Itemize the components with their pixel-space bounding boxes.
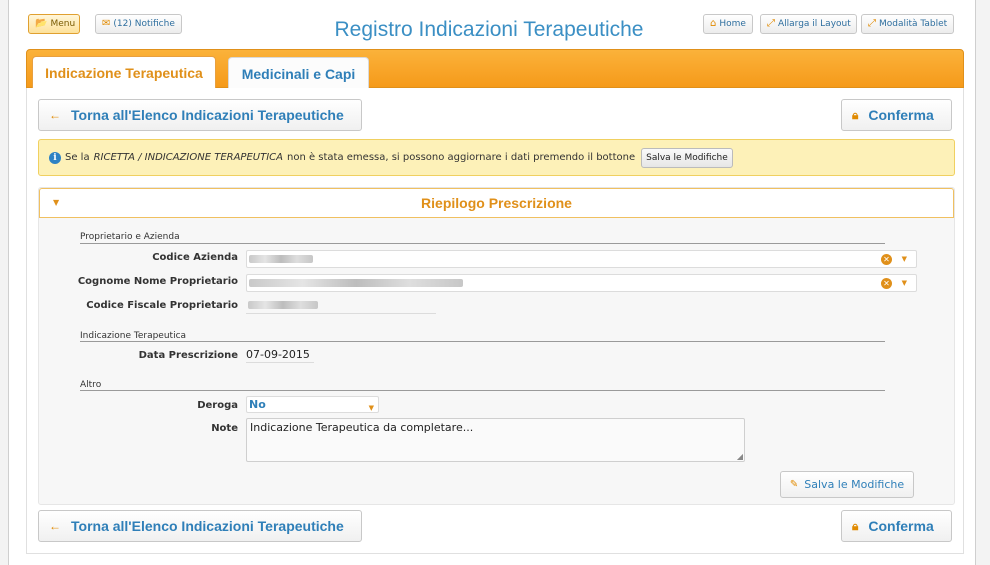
data-prescrizione-label: Data Prescrizione xyxy=(138,350,238,361)
widen-layout-button[interactable]: ⤢ Allarga il Layout xyxy=(760,14,857,34)
chevron-down-icon[interactable]: ▼ xyxy=(902,279,907,287)
lock-icon: 🔒︎ xyxy=(852,519,859,533)
panel-title: Riepilogo Prescrizione xyxy=(421,195,572,211)
deroga-value: No xyxy=(249,398,266,411)
back-to-list-button-top[interactable]: ← Torna all'Elenco Indicazioni Terapeuti… xyxy=(38,99,362,131)
section-indication-label: Indicazione Terapeutica xyxy=(80,331,187,341)
back-to-list-label: Torna all'Elenco Indicazioni Terapeutich… xyxy=(71,107,344,123)
pencil-icon: ✎ xyxy=(789,479,799,490)
tablet-mode-label: Modalità Tablet xyxy=(879,19,948,29)
section-divider xyxy=(80,341,885,342)
codice-fiscale-value xyxy=(246,298,436,314)
home-icon: ⌂ xyxy=(710,18,717,29)
info-save-button[interactable]: Salva le Modifiche xyxy=(641,147,733,168)
data-prescrizione-field: 07-09-2015 xyxy=(246,347,314,363)
confirm-label: Conferma xyxy=(868,518,934,534)
tablet-mode-button[interactable]: ⤢ Modalità Tablet xyxy=(861,14,954,34)
tab-content: ← Torna all'Elenco Indicazioni Terapeuti… xyxy=(26,88,964,554)
info-text-emphasis: RICETTA / INDICAZIONE TERAPEUTICA xyxy=(93,152,283,163)
folder-open-icon: 📂 xyxy=(35,18,48,29)
note-label: Note xyxy=(211,423,238,434)
home-button[interactable]: ⌂ Home xyxy=(703,14,753,34)
redacted-value xyxy=(248,301,318,309)
confirm-label: Conferma xyxy=(868,107,934,123)
menu-label: Menu xyxy=(50,19,76,29)
tab-bar: Indicazione Terapeutica Medicinali e Cap… xyxy=(26,49,964,89)
info-icon: i xyxy=(49,151,61,164)
save-changes-label: Salva le Modifiche xyxy=(804,478,905,491)
notifications-button[interactable]: ✉ (12) Notifiche xyxy=(95,14,182,34)
widen-layout-label: Allarga il Layout xyxy=(778,19,851,29)
notifications-label: (12) Notifiche xyxy=(113,19,175,29)
back-to-list-button-bottom[interactable]: ← Torna all'Elenco Indicazioni Terapeuti… xyxy=(38,510,362,542)
note-value: Indicazione Terapeutica da completare... xyxy=(250,421,474,434)
info-message: i Se la RICETTA / INDICAZIONE TERAPEUTIC… xyxy=(38,139,955,176)
deroga-select[interactable]: No ▼ xyxy=(246,396,379,413)
clear-icon[interactable]: ✕ xyxy=(881,278,892,289)
chevron-down-icon: ▼ xyxy=(368,404,374,412)
resize-handle-icon[interactable]: ◢ xyxy=(737,452,743,461)
section-owner-label: Proprietario e Azienda xyxy=(80,232,180,242)
home-label: Home xyxy=(719,19,746,29)
menu-button[interactable]: 📂 Menu xyxy=(28,14,80,34)
section-divider xyxy=(80,243,885,244)
expand-icon: ⤢ xyxy=(767,18,775,29)
expand-icon: ⤢ xyxy=(868,18,876,29)
info-text-suffix: non è stata emessa, si possono aggiornar… xyxy=(286,152,636,163)
data-prescrizione-value: 07-09-2015 xyxy=(246,348,310,361)
codice-fiscale-label: Codice Fiscale Proprietario xyxy=(86,300,238,311)
back-to-list-label: Torna all'Elenco Indicazioni Terapeutich… xyxy=(71,518,344,534)
confirm-button-bottom[interactable]: 🔒︎ Conferma xyxy=(841,510,952,542)
clear-icon[interactable]: ✕ xyxy=(881,254,892,265)
cognome-nome-combo[interactable]: ✕ ▼ xyxy=(246,274,917,292)
envelope-icon: ✉ xyxy=(102,18,111,29)
deroga-label: Deroga xyxy=(197,400,238,411)
redacted-value xyxy=(249,279,463,287)
arrow-left-icon: ← xyxy=(49,519,61,533)
prescription-summary-panel: ▼ Riepilogo Prescrizione Proprietario e … xyxy=(38,187,955,505)
codice-azienda-label: Codice Azienda xyxy=(152,252,238,263)
info-text-prefix: Se la xyxy=(65,152,90,163)
page-title: Registro Indicazioni Terapeutiche xyxy=(334,18,644,41)
arrow-left-icon: ← xyxy=(49,108,61,122)
confirm-button-top[interactable]: 🔒︎ Conferma xyxy=(841,99,952,131)
section-divider xyxy=(80,390,885,391)
note-textarea[interactable]: Indicazione Terapeutica da completare...… xyxy=(246,418,745,462)
tab-indicazione-terapeutica[interactable]: Indicazione Terapeutica xyxy=(32,56,216,89)
section-other-label: Altro xyxy=(80,380,102,390)
panel-header[interactable]: ▼ Riepilogo Prescrizione xyxy=(39,188,954,218)
save-changes-button[interactable]: ✎ Salva le Modifiche xyxy=(780,471,914,498)
lock-icon: 🔒︎ xyxy=(852,108,859,122)
codice-azienda-combo[interactable]: ✕ ▼ xyxy=(246,250,917,268)
cognome-nome-label: Cognome Nome Proprietario xyxy=(77,276,238,287)
redacted-value xyxy=(249,255,313,263)
chevron-down-icon[interactable]: ▼ xyxy=(902,255,907,263)
tab-medicinali-e-capi[interactable]: Medicinali e Capi xyxy=(228,57,369,89)
